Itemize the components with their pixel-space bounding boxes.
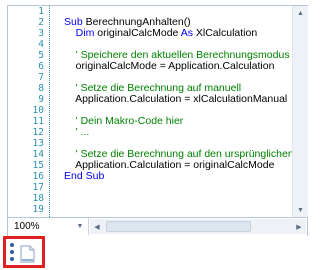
line-number: 11: [32, 116, 44, 127]
line-number: 4: [38, 39, 44, 50]
dots-icon: [10, 243, 15, 263]
code-token: XlCalculation: [195, 27, 258, 39]
line-number: 5: [38, 50, 44, 61]
chevron-down-icon[interactable]: ▼: [74, 220, 86, 233]
arrow-left-icon[interactable]: ◀: [90, 219, 104, 234]
horizontal-scroll-thumb[interactable]: [106, 221, 251, 232]
arrow-up-icon[interactable]: ▲: [293, 6, 308, 20]
horizontal-scrollbar[interactable]: ◀ ▶: [90, 219, 306, 234]
zoom-divider: [88, 218, 89, 235]
line-number: 16: [32, 171, 44, 182]
line-number: 3: [38, 28, 44, 39]
line-number: 17: [32, 182, 44, 193]
line-number: 10: [32, 105, 44, 116]
line-number: 12: [32, 127, 44, 138]
code-line[interactable]: Application.Calculation = xlCalculationM…: [64, 94, 287, 105]
line-number: 14: [32, 149, 44, 160]
line-number-gutter: 1 2 3 4 5 6 7 8 9 10 11 12 13 14 15 16 17 18 19: [8, 6, 44, 217]
line-number: 9: [38, 94, 44, 105]
line-number: 1: [38, 6, 44, 17]
code-editor[interactable]: 1 2 3 4 5 6 7 8 9 10 11 12 13 14 15 16 17 18 19 Sub Berech…: [0, 0, 315, 237]
line-number: 2: [38, 17, 44, 28]
code-area[interactable]: Sub BerechnungAnhalten() Dim originalCal…: [64, 6, 294, 217]
code-line[interactable]: Dim originalCalcMode As XlCalculation: [64, 27, 258, 39]
code-module-icon[interactable]: [7, 243, 40, 265]
code-line[interactable]: originalCalcMode = Application.Calculati…: [64, 60, 275, 72]
line-number: 8: [38, 83, 44, 94]
code-token: Application.Calculation = xlCalculationM…: [64, 93, 288, 105]
keyword-token: As: [180, 27, 196, 39]
comment-token: ' ...: [64, 126, 90, 138]
code-token: originalCalcMode: [97, 27, 181, 39]
code-line[interactable]: End Sub: [64, 171, 104, 182]
keyword-token: Dim: [64, 27, 98, 39]
code-token: originalCalcMode = Application.Calculati…: [64, 60, 275, 72]
line-number: 18: [32, 193, 44, 204]
line-number: 7: [38, 72, 44, 83]
line-number: 19: [32, 204, 44, 215]
keyword-token: End Sub: [64, 170, 105, 182]
vertical-scrollbar[interactable]: ▲ ▼: [292, 6, 308, 217]
editor-bottom-bar: 100% ▼ ◀ ▶: [8, 217, 307, 236]
gutter-separator: [49, 6, 50, 217]
line-number: 13: [32, 138, 44, 149]
code-line[interactable]: ' ...: [64, 126, 90, 138]
arrow-down-icon[interactable]: ▼: [293, 203, 308, 217]
document-icon: [20, 245, 35, 263]
line-number: 15: [32, 160, 44, 171]
line-number: 6: [38, 61, 44, 72]
zoom-select[interactable]: 100% ▼: [10, 220, 88, 233]
arrow-right-icon[interactable]: ▶: [292, 219, 306, 234]
zoom-value: 100%: [14, 221, 40, 232]
